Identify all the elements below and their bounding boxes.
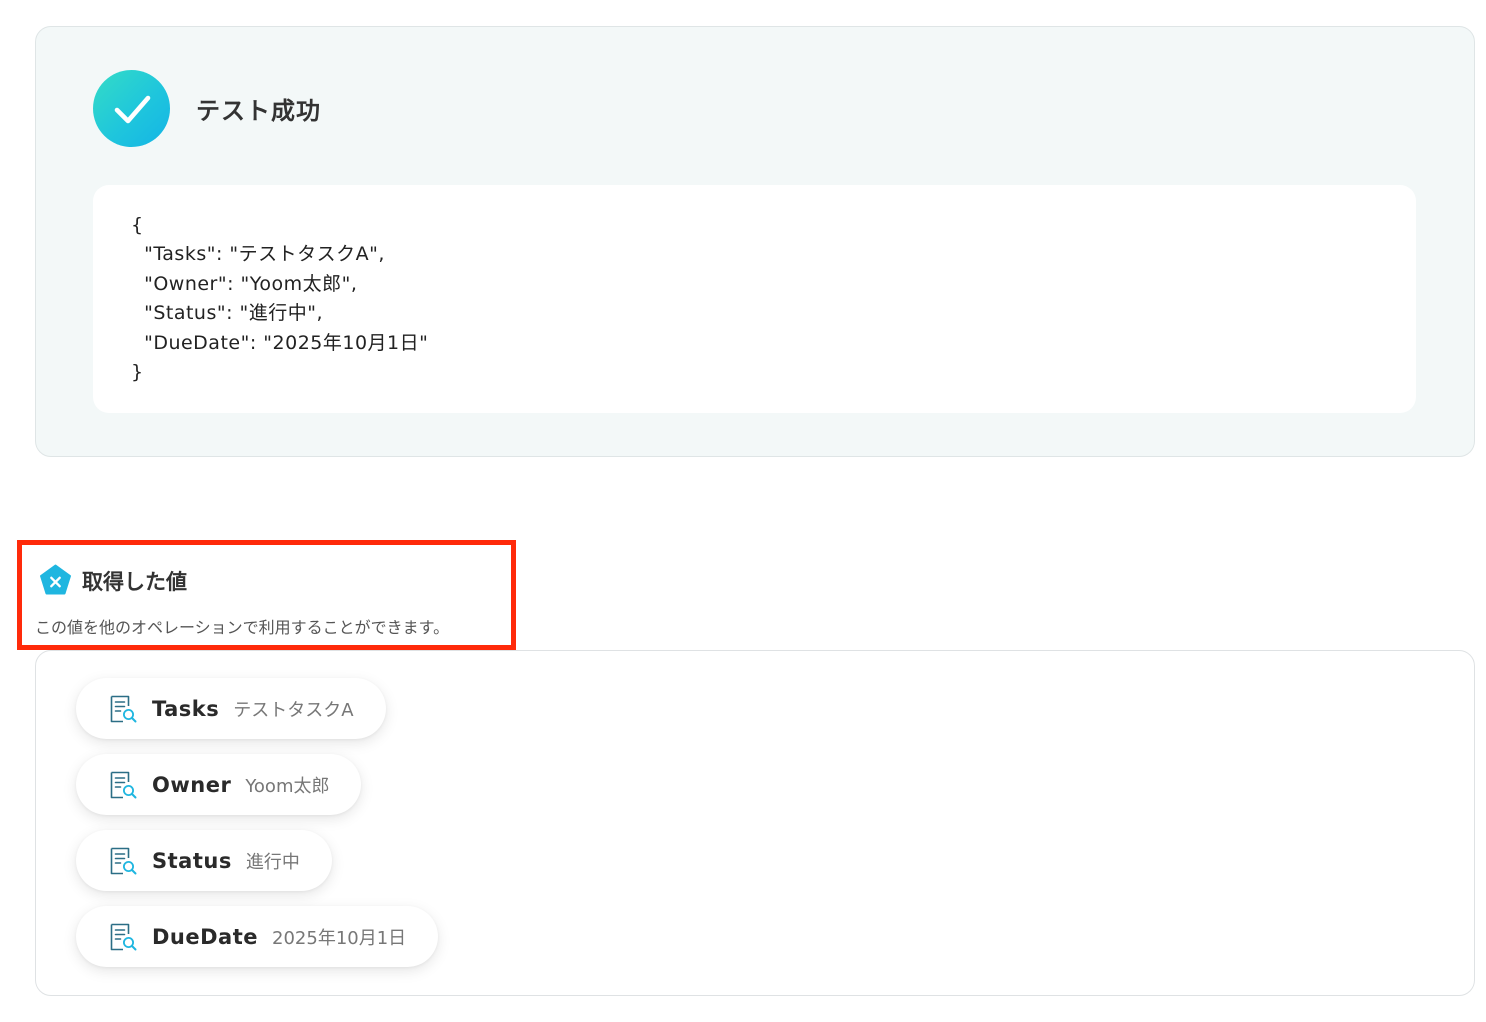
acquired-title: 取得した値 [82, 569, 187, 594]
acquired-description: この値を他のオペレーションで利用することができます。 [35, 618, 450, 637]
value-text: Yoom太郎 [245, 775, 330, 797]
json-line: "Status": "進行中", [131, 302, 324, 325]
result-header: テスト成功 [93, 70, 321, 147]
json-line: { [131, 214, 144, 236]
value-text: 2025年10月1日 [272, 927, 407, 949]
value-item-duedate[interactable]: DueDate 2025年10月1日 [76, 906, 439, 967]
value-item-status[interactable]: Status 進行中 [76, 830, 332, 891]
json-line: "Owner": "Yoom太郎", [131, 272, 358, 295]
values-panel: Tasks テストタスクA Owner Yoom太郎 Status 進行中 Du… [35, 650, 1475, 996]
document-search-icon [110, 847, 137, 874]
acquired-title-row: 取得した値 [39, 564, 187, 597]
document-search-icon [110, 923, 137, 950]
document-search-icon [110, 771, 137, 798]
acquired-values-heading: 取得した値 この値を他のオペレーションで利用することができます。 [17, 540, 516, 650]
value-key: Tasks [152, 696, 220, 721]
value-item-tasks[interactable]: Tasks テストタスクA [76, 678, 386, 739]
json-output: { "Tasks": "テストタスクA", "Owner": "Yoom太郎",… [93, 185, 1416, 413]
value-key: Owner [152, 772, 232, 797]
result-title: テスト成功 [196, 97, 321, 125]
value-text: 進行中 [245, 851, 300, 873]
document-search-icon [110, 695, 137, 722]
json-line: "DueDate": "2025年10月1日" [131, 331, 429, 354]
check-icon [93, 70, 170, 147]
value-text: テストタスクA [233, 699, 354, 721]
value-item-owner[interactable]: Owner Yoom太郎 [76, 754, 362, 815]
page: テスト成功 { "Tasks": "テストタスクA", "Owner": "Yo… [0, 0, 1486, 1022]
variable-icon [40, 564, 71, 595]
json-line: } [131, 361, 144, 384]
value-key: DueDate [152, 924, 259, 949]
test-result-panel: テスト成功 { "Tasks": "テストタスクA", "Owner": "Yo… [35, 26, 1475, 457]
value-key: Status [152, 848, 232, 873]
json-line: "Tasks": "テストタスクA", [131, 243, 385, 266]
